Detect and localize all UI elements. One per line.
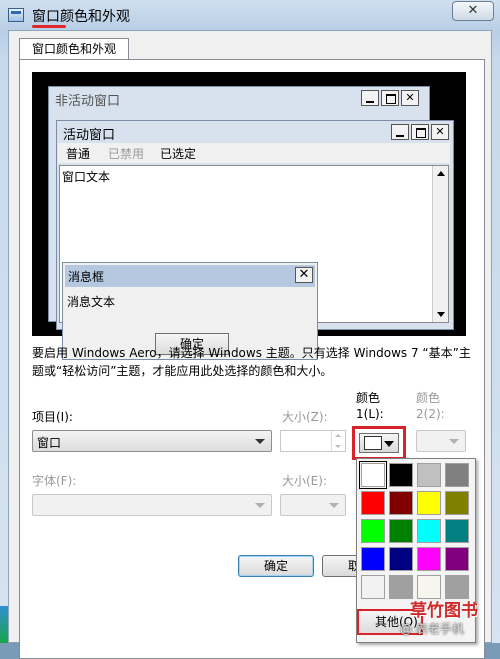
close-button[interactable]: ✕ bbox=[452, 1, 494, 21]
title-bar: 窗口颜色和外观 ✕ bbox=[0, 0, 500, 30]
menu-selected: 已选定 bbox=[160, 147, 197, 161]
minimize-icon bbox=[391, 124, 409, 140]
maximize-icon bbox=[381, 90, 399, 106]
color-swatch[interactable] bbox=[445, 491, 469, 515]
color-swatch[interactable] bbox=[445, 519, 469, 543]
window: 窗口颜色和外观 ✕ 窗口颜色和外观 非活动窗口 ✕ 活动窗口 ✕ 普通 已禁用 … bbox=[0, 0, 500, 659]
scroll-down-icon bbox=[437, 312, 445, 317]
preview-window-text: 窗口文本 bbox=[62, 170, 111, 184]
message-box-title-bar: 消息框 ✕ bbox=[65, 265, 315, 287]
color-swatch[interactable] bbox=[389, 463, 413, 487]
size-label: 大小(Z): bbox=[282, 410, 328, 424]
font-label: 字体(F): bbox=[32, 474, 77, 488]
tab-window-color[interactable]: 窗口颜色和外观 bbox=[19, 38, 129, 60]
color-swatch[interactable] bbox=[359, 461, 387, 489]
color-swatch[interactable] bbox=[417, 519, 441, 543]
watermark: 草竹图书 @ 表老手机 bbox=[400, 596, 500, 643]
color1-picker-button[interactable] bbox=[352, 426, 406, 460]
preview-menu-bar: 普通 已禁用 已选定 bbox=[58, 143, 450, 163]
minimize-icon bbox=[361, 90, 379, 106]
chevron-down-icon bbox=[329, 503, 339, 508]
close-icon: ✕ bbox=[431, 124, 449, 140]
chevron-down-icon bbox=[255, 439, 265, 444]
font-size-label: 大小(E): bbox=[282, 474, 327, 488]
message-box-title: 消息框 bbox=[68, 270, 105, 284]
watermark-sub: @ 表老手机 bbox=[400, 622, 464, 636]
font-select bbox=[32, 494, 272, 516]
message-box-text: 消息文本 bbox=[67, 295, 116, 309]
scroll-up-icon bbox=[437, 171, 445, 176]
watermark-brand: 草竹图书 bbox=[410, 601, 478, 621]
close-icon: ✕ bbox=[401, 90, 419, 106]
color1-label: 颜色 1(L): bbox=[356, 391, 384, 421]
color-swatch[interactable] bbox=[361, 547, 385, 571]
ok-button[interactable]: 确定 bbox=[238, 555, 314, 577]
menu-disabled: 已禁用 bbox=[108, 147, 145, 161]
chevron-down-icon bbox=[449, 439, 459, 444]
color-swatch[interactable] bbox=[389, 491, 413, 515]
color2-label: 颜色 2(2): bbox=[416, 391, 445, 421]
color1-picker-face bbox=[359, 433, 399, 453]
aero-info-text: 要启用 Windows Aero，请选择 Windows 主题。只有选择 Win… bbox=[32, 346, 471, 378]
window-title: 窗口颜色和外观 bbox=[32, 9, 130, 25]
color2-picker-button bbox=[416, 430, 466, 452]
preview-active-title: 活动窗口 bbox=[63, 128, 116, 143]
spinner-arrows-icon bbox=[331, 431, 345, 451]
appearance-preview[interactable]: 非活动窗口 ✕ 活动窗口 ✕ 普通 已禁用 已选定 窗口文本 消息框 ✕ 消息文… bbox=[32, 72, 466, 360]
menu-normal: 普通 bbox=[66, 147, 91, 161]
color-swatch[interactable] bbox=[361, 575, 385, 599]
dropdown-arrow-icon bbox=[384, 441, 394, 447]
color-swatch[interactable] bbox=[417, 491, 441, 515]
preview-inactive-title: 非活动窗口 bbox=[55, 94, 121, 109]
color-swatch[interactable] bbox=[389, 519, 413, 543]
maximize-icon bbox=[411, 124, 429, 140]
font-size-select bbox=[280, 494, 346, 516]
color-swatch[interactable] bbox=[361, 491, 385, 515]
color-swatch[interactable] bbox=[417, 463, 441, 487]
title-underline-annotation bbox=[32, 25, 66, 28]
color-swatch[interactable] bbox=[361, 519, 385, 543]
color-swatch[interactable] bbox=[389, 547, 413, 571]
color-swatch[interactable] bbox=[445, 547, 469, 571]
color1-swatch bbox=[364, 436, 382, 450]
preview-scrollbar bbox=[432, 166, 448, 322]
item-select[interactable]: 窗口 bbox=[32, 430, 272, 452]
close-icon: ✕ bbox=[295, 267, 313, 283]
color-swatch[interactable] bbox=[417, 547, 441, 571]
display-settings-icon bbox=[8, 8, 24, 22]
size-spinner[interactable] bbox=[280, 430, 346, 452]
color-swatch[interactable] bbox=[445, 463, 469, 487]
item-select-value: 窗口 bbox=[37, 436, 62, 450]
item-label: 项目(I): bbox=[32, 410, 73, 424]
desktop-edge bbox=[0, 606, 8, 643]
chevron-down-icon bbox=[255, 503, 265, 508]
